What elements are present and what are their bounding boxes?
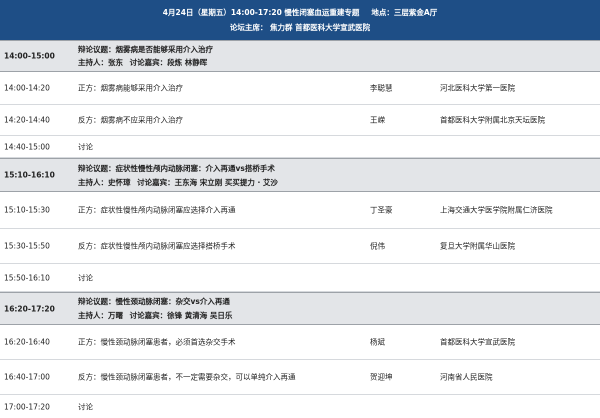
agenda-row: 15:30-15:50 反方：症状性慢性颅内动脉闭塞应选择搭桥手术 倪伟 复旦大… [0, 229, 600, 264]
row-time: 15:10-15:30 [4, 205, 50, 215]
agenda-row: 16:20-16:40 正方：慢性颈动脉闭塞患者，必须首选杂交手术 杨斌 首都医… [0, 325, 600, 360]
section-topic: 辩论议题：症状性慢性颅内动脉闭塞：介入再通vs搭桥手术 [78, 164, 275, 173]
section-hosts: 主持人：史怀璋 讨论嘉宾：王东海 宋立刚 买买提力 · 艾沙 [78, 177, 282, 188]
row-time: 14:00-14:20 [4, 83, 50, 93]
section-time: 16:20-17:20 [4, 304, 55, 313]
row-time: 15:50-16:10 [4, 273, 50, 282]
row-topic: 正方：症状性慢性颅内动脉闭塞应选择介入再通 [78, 205, 236, 215]
agenda-row: 15:50-16:10 讨论 [0, 264, 600, 292]
row-time: 17:00-17:20 [4, 402, 50, 411]
row-topic: 正方：慢性颈动脉闭塞患者，必须首选杂交手术 [78, 337, 236, 347]
agenda-row: 16:40-17:00 反方：慢性颈动脉闭塞患者，不一定需要杂交，可以单纯介入再… [0, 360, 600, 395]
row-time: 14:40-15:00 [4, 142, 50, 151]
session-date-title: 4月24日（星期五）14:00-17:20 慢性闭塞血运重建专题 [162, 8, 360, 17]
row-speaker: 杨斌 [370, 337, 385, 347]
section-hosts: 主持人：万曙 讨论嘉宾：徐锋 黄清海 吴日乐 [78, 310, 236, 321]
session-location: 地点：三层紫金A厅 [371, 8, 438, 17]
row-speaker: 王嵘 [370, 115, 385, 125]
agenda-row: 14:40-15:00 讨论 [0, 136, 600, 158]
section-time: 15:10-16:10 [4, 170, 55, 180]
row-time: 16:40-17:00 [4, 372, 50, 382]
header-line-1: 4月24日（星期五）14:00-17:20 慢性闭塞血运重建专题 地点：三层紫金A… [163, 5, 437, 20]
section-chair: 主持人：万曙 [78, 311, 123, 320]
row-institution: 河南省人民医院 [440, 372, 493, 382]
section-time: 14:00-15:00 [4, 51, 55, 61]
row-speaker: 李聪慧 [370, 83, 393, 93]
row-institution: 首都医科大学附属北京天坛医院 [440, 115, 545, 125]
row-topic: 讨论 [78, 273, 93, 282]
row-time: 16:20-16:40 [4, 337, 50, 347]
section-header: 15:10-16:10 辩论议题：症状性慢性颅内动脉闭塞：介入再通vs搭桥手术 … [0, 158, 600, 192]
row-speaker: 倪伟 [370, 241, 385, 251]
agenda-row: 15:10-15:30 正方：症状性慢性颅内动脉闭塞应选择介入再通 丁圣豪 上海… [0, 192, 600, 229]
row-topic: 反方：症状性慢性颅内动脉闭塞应选择搭桥手术 [78, 241, 236, 251]
row-topic: 反方：烟雾病不应采用介入治疗 [78, 115, 183, 125]
row-time: 14:20-14:40 [4, 115, 50, 125]
row-speaker: 贺迎坤 [370, 372, 393, 382]
row-speaker: 丁圣豪 [370, 205, 393, 215]
section-header: 16:20-17:20 辩论议题：慢性颈动脉闭塞：杂交vs介入再通 主持人：万曙… [0, 292, 600, 325]
agenda-row: 14:00-14:20 正方：烟雾病能够采用介入治疗 李聪慧 河北医科大学第一医… [0, 72, 600, 105]
agenda-row: 14:20-14:40 反方：烟雾病不应采用介入治疗 王嵘 首都医科大学附属北京… [0, 105, 600, 136]
section-header: 14:00-15:00 辩论议题：烟雾病是否能够采用介入治疗 主持人：张东 讨论… [0, 40, 600, 72]
section-hosts: 主持人：张东 讨论嘉宾：段炼 林静晖 [78, 57, 211, 68]
row-topic: 讨论 [78, 402, 93, 411]
row-topic: 正方：烟雾病能够采用介入治疗 [78, 83, 183, 93]
schedule-header: 4月24日（星期五）14:00-17:20 慢性闭塞血运重建专题 地点：三层紫金A… [0, 0, 600, 40]
row-institution: 首都医科大学宣武医院 [440, 337, 515, 347]
row-topic: 反方：慢性颈动脉闭塞患者，不一定需要杂交，可以单纯介入再通 [78, 372, 296, 382]
section-chair: 主持人：史怀璋 [78, 178, 131, 187]
row-institution: 复旦大学附属华山医院 [440, 241, 515, 251]
section-guests: 讨论嘉宾：王东海 宋立刚 买买提力 · 艾沙 [137, 178, 278, 187]
section-topic: 辩论议题：慢性颈动脉闭塞：杂交vs介入再通 [78, 297, 230, 306]
row-time: 15:30-15:50 [4, 241, 50, 251]
section-guests: 讨论嘉宾：徐锋 黄清海 吴日乐 [129, 311, 233, 320]
forum-chair: 论坛主席： 焦力群 首都医科大学宣武医院 [229, 23, 371, 32]
row-topic: 讨论 [78, 142, 93, 151]
section-topic: 辩论议题：烟雾病是否能够采用介入治疗 [78, 45, 213, 54]
row-institution: 上海交通大学医学院附属仁济医院 [440, 205, 553, 215]
agenda-row: 17:00-17:20 讨论 [0, 395, 600, 418]
section-guests: 讨论嘉宾：段炼 林静晖 [129, 58, 208, 67]
row-institution: 河北医科大学第一医院 [440, 83, 515, 93]
section-chair: 主持人：张东 [78, 58, 123, 67]
